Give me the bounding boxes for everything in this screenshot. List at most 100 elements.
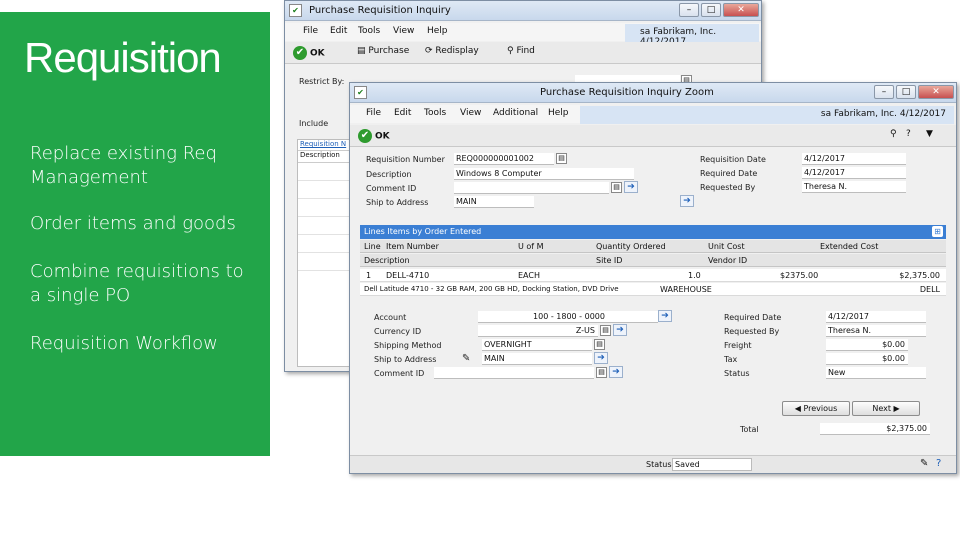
minimize-button[interactable]: – (874, 85, 894, 99)
col-description: Description (364, 256, 410, 265)
slide-panel: Requisition Replace existing Req Managem… (0, 12, 270, 456)
next-button[interactable]: Next ▶ (852, 401, 920, 416)
ship-to-expand-button[interactable]: ➔ (680, 195, 694, 207)
grid-row[interactable] (298, 253, 351, 271)
status-field[interactable]: New (826, 367, 926, 379)
restrict-by-label: Restrict By: (299, 77, 345, 86)
attach-icon[interactable]: ✎ (920, 458, 928, 469)
menu-file[interactable]: File (366, 108, 381, 118)
total-field: $2,375.00 (820, 423, 930, 435)
maximize-button[interactable]: □ (896, 85, 916, 99)
menu-edit[interactable]: Edit (394, 108, 411, 118)
ok-button[interactable]: ✔ OK (358, 129, 390, 143)
requisition-number-field[interactable]: REQ000000001002 (454, 153, 554, 165)
comment-id-field[interactable] (434, 367, 594, 379)
edit-pencil-icon[interactable]: ✎ (462, 353, 470, 364)
grid-header-requisition-number[interactable]: Requisition N (298, 140, 351, 151)
account-label: Account (374, 313, 407, 322)
app-icon: ✔ (354, 86, 367, 99)
lines-grid-header-1: Line Item Number U of M Quantity Ordered… (360, 240, 946, 253)
currency-field[interactable]: Z-US (478, 325, 598, 337)
shipping-method-field[interactable]: OVERNIGHT (482, 339, 592, 351)
required-date-field[interactable]: 4/12/2017 (802, 167, 906, 179)
requested-by-field[interactable]: Theresa N. (802, 181, 906, 193)
required-date-label: Required Date (700, 169, 758, 178)
help-icon[interactable]: ? (906, 129, 911, 139)
menu-tools[interactable]: Tools (424, 108, 446, 118)
maximize-button[interactable]: □ (701, 3, 721, 17)
purchase-button[interactable]: ▤ Purchase (357, 46, 409, 56)
currency-label: Currency ID (374, 327, 422, 336)
help-icon[interactable]: ? (936, 458, 941, 469)
close-button[interactable]: ✕ (723, 3, 759, 17)
grid-row[interactable] (298, 181, 351, 199)
account-field[interactable]: 100 - 1800 - 0000 (478, 311, 658, 323)
user-info: sa Fabrikam, Inc. 4/12/2017 (820, 109, 946, 119)
requisition-date-label: Requisition Date (700, 155, 766, 164)
line-number: 1 (366, 271, 372, 280)
lines-grid-header-2: Description Site ID Vendor ID (360, 254, 946, 267)
line-row[interactable]: 1 DELL-4710 EACH 1.0 $2375.00 $2,375.00 (360, 269, 946, 282)
note-icon[interactable]: ▤ (596, 367, 607, 378)
line-requested-by-field[interactable]: Theresa N. (826, 325, 926, 337)
bullet-2: Order items and goods (30, 213, 236, 234)
grid-row[interactable] (298, 217, 351, 235)
menu-view[interactable]: View (460, 108, 481, 118)
currency-expand-button[interactable]: ➔ (613, 324, 627, 336)
expand-icon[interactable]: ⊞ (932, 226, 943, 237)
grid-header-description: Description (298, 151, 351, 163)
comment-id-label: Comment ID (366, 184, 417, 193)
col-extended-cost: Extended Cost (820, 242, 879, 251)
menu-edit[interactable]: Edit (330, 26, 347, 36)
note-icon[interactable]: ▤ (600, 325, 611, 336)
bullet-4: Requisition Workflow (30, 333, 218, 354)
line-ext-cost: $2,375.00 (899, 271, 940, 280)
menu-additional[interactable]: Additional (493, 108, 538, 118)
menu-help[interactable]: Help (427, 26, 448, 36)
menu-file[interactable]: File (303, 26, 318, 36)
attachment-icon[interactable]: ⚲ (890, 129, 897, 139)
line-required-date-field[interactable]: 4/12/2017 (826, 311, 926, 323)
total-label: Total (740, 425, 759, 434)
comment-id-field[interactable] (454, 182, 609, 194)
menu-tools[interactable]: Tools (358, 26, 380, 36)
line-site: WAREHOUSE (660, 285, 712, 294)
redisplay-button[interactable]: ⟳ Redisplay (425, 46, 479, 56)
titlebar: ✔ Purchase Requisition Inquiry Zoom – □ … (350, 83, 956, 103)
checkmark-icon: ✔ (358, 129, 372, 143)
minimize-button[interactable]: – (679, 3, 699, 17)
print-icon[interactable]: ▼ (926, 129, 933, 139)
status-bar: Status Saved ✎ ? (350, 455, 956, 473)
menubar: File Edit Tools View Additional Help (350, 105, 580, 123)
ship-to-address-field[interactable]: MAIN (482, 353, 592, 365)
slide-title: Requisition (24, 34, 222, 81)
lines-section-header: Lines Items by Order Entered ⊞ (360, 225, 946, 239)
menu-view[interactable]: View (393, 26, 414, 36)
checkmark-icon: ✔ (293, 46, 307, 60)
find-button[interactable]: ⚲ Find (507, 46, 535, 56)
note-icon[interactable]: ▤ (556, 153, 567, 164)
description-field[interactable]: Windows 8 Computer (454, 168, 634, 180)
description-label: Description (366, 170, 412, 179)
requisition-date-field[interactable]: 4/12/2017 (802, 153, 906, 165)
comment-expand-button[interactable]: ➔ (609, 366, 623, 378)
grid-row[interactable] (298, 199, 351, 217)
note-icon[interactable]: ▤ (594, 339, 605, 350)
close-button[interactable]: ✕ (918, 85, 954, 99)
ship-to-address-expand-button[interactable]: ➔ (594, 352, 608, 364)
grid-row[interactable] (298, 163, 351, 181)
line-row-detail[interactable]: Dell Latitude 4710 - 32 GB RAM, 200 GB H… (360, 283, 946, 296)
ship-to-field[interactable]: MAIN (454, 196, 534, 208)
account-expand-button[interactable]: ➔ (658, 310, 672, 322)
grid-row[interactable] (298, 235, 351, 253)
comment-expand-button[interactable]: ➔ (624, 181, 638, 193)
freight-field[interactable]: $0.00 (826, 339, 908, 351)
status-bar-value: Saved (672, 458, 752, 471)
note-icon[interactable]: ▤ (611, 182, 622, 193)
tax-field[interactable]: $0.00 (826, 353, 908, 365)
ok-button[interactable]: ✔ OK (293, 46, 325, 60)
previous-button[interactable]: ◀ Previous (782, 401, 850, 416)
status-bar-label: Status (646, 460, 672, 469)
menu-help[interactable]: Help (548, 108, 569, 118)
line-uom: EACH (518, 271, 540, 280)
